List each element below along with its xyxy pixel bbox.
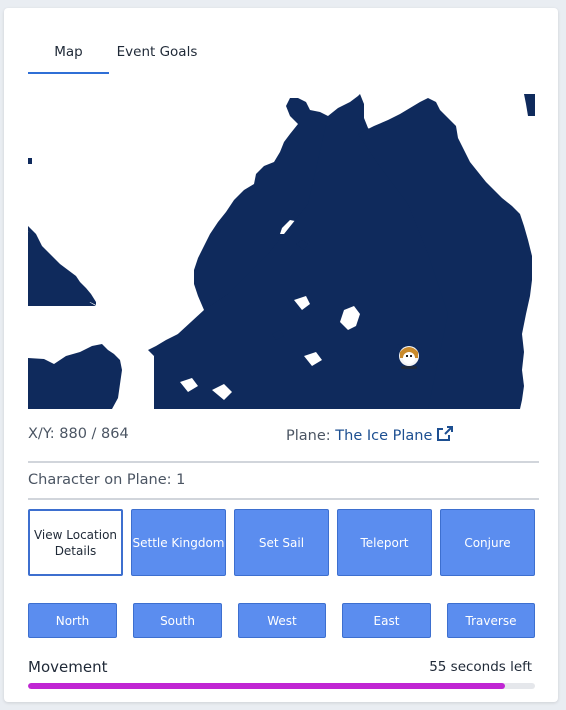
- tab-map[interactable]: Map: [28, 38, 109, 74]
- south-button[interactable]: South: [133, 603, 222, 638]
- character-count: Character on Plane: 1: [28, 472, 186, 488]
- divider-bottom: [28, 498, 539, 500]
- movement-label: Movement: [28, 658, 108, 676]
- world-map[interactable]: [28, 94, 535, 409]
- map-card: Map Event Goals X/Y: 880 / 864 Plane: Th…: [4, 8, 558, 702]
- tab-bar: Map Event Goals: [28, 38, 538, 74]
- map-terrain: [28, 94, 535, 409]
- conjure-button[interactable]: Conjure: [440, 509, 535, 576]
- location-info: X/Y: 880 / 864 Plane: The Ice Plane: [28, 426, 538, 446]
- west-button[interactable]: West: [238, 603, 326, 638]
- movement-progress-fill: [28, 683, 505, 689]
- tab-event-goals[interactable]: Event Goals: [116, 38, 198, 74]
- plane-link[interactable]: The Ice Plane: [335, 426, 453, 444]
- north-button[interactable]: North: [28, 603, 117, 638]
- set-sail-button[interactable]: Set Sail: [234, 509, 329, 576]
- plane-info: Plane: The Ice Plane: [286, 426, 453, 444]
- movement-timer: 55 seconds left: [429, 659, 532, 675]
- coordinates-value: 880 / 864: [59, 426, 129, 442]
- view-location-details-button[interactable]: View Location Details: [28, 509, 123, 576]
- traverse-button[interactable]: Traverse: [447, 603, 535, 638]
- settle-kingdom-button[interactable]: Settle Kingdom: [131, 509, 226, 576]
- movement-progress-bar: [28, 683, 535, 689]
- external-link-icon: [437, 426, 453, 441]
- divider-top: [28, 461, 539, 463]
- teleport-button[interactable]: Teleport: [337, 509, 432, 576]
- character-portrait-icon[interactable]: [396, 344, 422, 370]
- plane-name: The Ice Plane: [335, 428, 433, 444]
- plane-label: Plane:: [286, 428, 331, 444]
- east-button[interactable]: East: [342, 603, 431, 638]
- coordinates-label: X/Y:: [28, 426, 55, 442]
- coordinates: X/Y: 880 / 864: [28, 426, 129, 442]
